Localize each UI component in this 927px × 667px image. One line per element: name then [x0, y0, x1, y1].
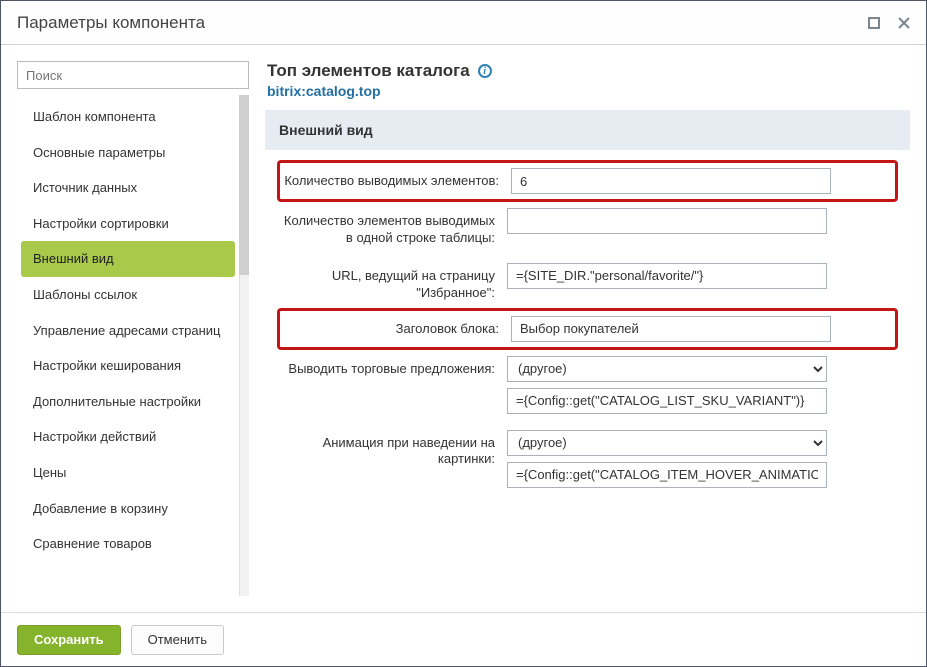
main-body[interactable]: Внешний вид Количество выводимых элемент… — [265, 109, 910, 596]
search-wrap — [17, 61, 249, 95]
sidebar-nav: Шаблон компонента Основные параметры Ист… — [17, 95, 249, 596]
main-header: Топ элементов каталога i bitrix:catalog.… — [265, 61, 910, 109]
select-sku[interactable]: (другое) — [507, 356, 827, 382]
sidebar: Шаблон компонента Основные параметры Ист… — [17, 61, 249, 596]
component-params-dialog: Параметры компонента Шаблон компонента О… — [0, 0, 927, 667]
label-per-row: Количество элементов выводимых в одной с… — [279, 208, 507, 247]
content: Шаблон компонента Основные параметры Ист… — [1, 45, 926, 612]
sidebar-item-actions[interactable]: Настройки действий — [21, 419, 235, 455]
input-fav-url[interactable] — [507, 263, 827, 289]
footer: Сохранить Отменить — [1, 612, 926, 666]
sidebar-item-template[interactable]: Шаблон компонента — [21, 99, 235, 135]
select-hover[interactable]: (другое) — [507, 430, 827, 456]
sidebar-item-caching[interactable]: Настройки кеширования — [21, 348, 235, 384]
input-hover[interactable] — [507, 462, 827, 488]
label-hover: Анимация при наведении на картинки: — [279, 430, 507, 469]
sidebar-item-add-to-cart[interactable]: Добавление в корзину — [21, 491, 235, 527]
label-sku: Выводить торговые предложения: — [279, 356, 507, 378]
row-block-title: Заголовок блока: — [279, 310, 896, 348]
sidebar-item-additional[interactable]: Дополнительные настройки — [21, 384, 235, 420]
input-per-row[interactable] — [507, 208, 827, 234]
component-code: bitrix:catalog.top — [267, 83, 910, 99]
row-hover: Анимация при наведении на картинки: (дру… — [279, 422, 896, 496]
search-input[interactable] — [17, 61, 249, 89]
sidebar-scroll-thumb[interactable] — [239, 95, 249, 275]
sidebar-item-main-params[interactable]: Основные параметры — [21, 135, 235, 171]
titlebar: Параметры компонента — [1, 1, 926, 45]
sidebar-item-url-management[interactable]: Управление адресами страниц — [21, 313, 235, 349]
close-icon[interactable] — [898, 17, 910, 29]
cancel-button[interactable]: Отменить — [131, 625, 224, 655]
window-title: Параметры компонента — [17, 13, 868, 33]
input-sku[interactable] — [507, 388, 827, 414]
input-element-count[interactable] — [511, 168, 831, 194]
sidebar-item-compare[interactable]: Сравнение товаров — [21, 526, 235, 562]
titlebar-actions — [868, 17, 910, 29]
sidebar-item-data-source[interactable]: Источник данных — [21, 170, 235, 206]
row-element-count: Количество выводимых элементов: — [279, 162, 896, 200]
sidebar-item-sorting[interactable]: Настройки сортировки — [21, 206, 235, 242]
sidebar-item-appearance[interactable]: Внешний вид — [21, 241, 235, 277]
label-block-title: Заголовок блока: — [283, 316, 511, 338]
save-button[interactable]: Сохранить — [17, 625, 121, 655]
row-sku: Выводить торговые предложения: (другое) — [279, 348, 896, 422]
sidebar-item-link-templates[interactable]: Шаблоны ссылок — [21, 277, 235, 313]
section-header: Внешний вид — [265, 110, 910, 150]
maximize-icon[interactable] — [868, 17, 880, 29]
info-icon[interactable]: i — [478, 64, 492, 78]
input-block-title[interactable] — [511, 316, 831, 342]
sidebar-scrollbar[interactable] — [239, 95, 249, 596]
sidebar-item-prices[interactable]: Цены — [21, 455, 235, 491]
main-title-row: Топ элементов каталога i — [267, 61, 910, 81]
label-element-count: Количество выводимых элементов: — [283, 168, 511, 190]
form: Количество выводимых элементов: Количест… — [265, 150, 910, 508]
row-fav-url: URL, ведущий на страницу "Избранное": — [279, 255, 896, 310]
label-fav-url: URL, ведущий на страницу "Избранное": — [279, 263, 507, 302]
row-per-row: Количество элементов выводимых в одной с… — [279, 200, 896, 255]
nav-list: Шаблон компонента Основные параметры Ист… — [17, 95, 249, 566]
main-panel: Топ элементов каталога i bitrix:catalog.… — [265, 61, 910, 596]
component-title: Топ элементов каталога — [267, 61, 470, 81]
